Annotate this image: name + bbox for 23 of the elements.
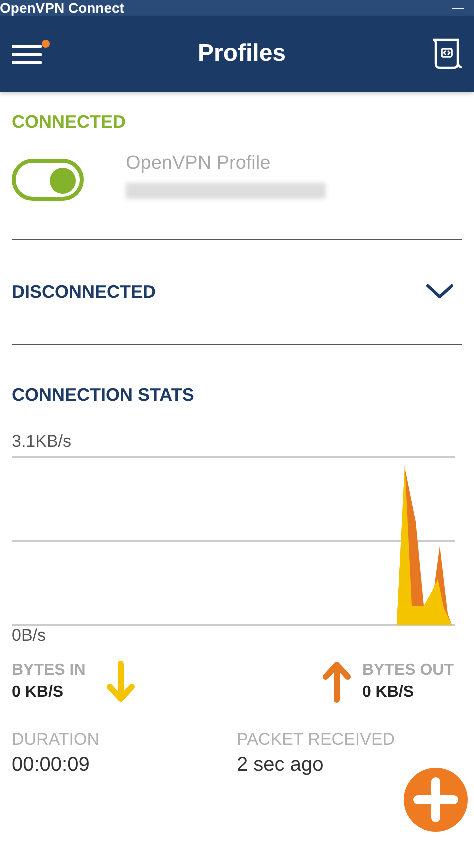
stat-label: BYTES IN xyxy=(12,662,86,680)
scale-label: 0B/s xyxy=(12,626,48,646)
stat-label: DURATION xyxy=(12,730,100,750)
stat-label: BYTES OUT xyxy=(362,662,454,680)
chevron-icon xyxy=(426,284,454,300)
stat-value: 0 KB/S xyxy=(362,684,416,702)
scale-label: 3.1KB/s xyxy=(12,432,73,452)
disconnected-dropdown[interactable]: DISCONNECTED xyxy=(0,240,474,344)
profile-name: OpenVPN Profile xyxy=(126,153,272,175)
stat-value: 0 KB/S xyxy=(12,684,65,702)
up-arrow-icon xyxy=(322,660,352,704)
window-title: OpenVPN Connect xyxy=(0,0,124,16)
stat-label: PACKET RECEIVED xyxy=(237,730,396,750)
add-button[interactable] xyxy=(404,768,468,832)
section-heading: CONNECTED xyxy=(12,112,128,133)
page-title: Profiles xyxy=(198,40,286,68)
stat-value: 00:00:09 xyxy=(12,754,91,777)
stat-value: 2 sec ago xyxy=(237,754,325,777)
connection-toggle[interactable] xyxy=(12,159,84,201)
minimize-button[interactable]: — xyxy=(448,1,468,15)
file-code-icon[interactable] xyxy=(432,37,462,71)
section-heading: CONNECTION STATS xyxy=(12,385,196,406)
down-arrow-icon xyxy=(106,660,136,704)
